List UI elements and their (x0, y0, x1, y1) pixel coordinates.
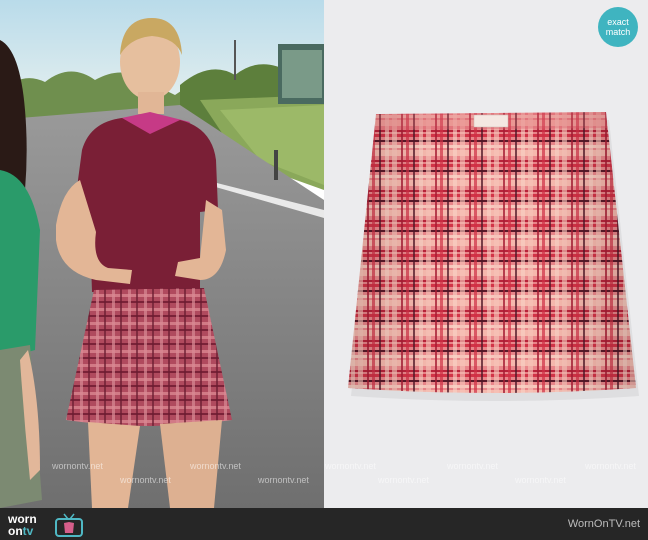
wornontv-logo[interactable]: worn ontv (6, 511, 86, 539)
logo-word-tv: tv (22, 524, 34, 538)
logo-wordmark: worn ontv (8, 513, 37, 537)
footer-bar: worn ontv WornOnTV.net (0, 508, 648, 540)
site-url[interactable]: WornOnTV.net (568, 518, 640, 530)
exact-match-badge[interactable]: exact match (598, 7, 638, 47)
plaid-skirt-image (324, 0, 648, 508)
product-photo: exact match (324, 0, 648, 508)
outfit-photo-scene (0, 0, 324, 508)
logo-word-on: on (8, 524, 23, 538)
tv-icon (55, 513, 83, 537)
outfit-photo (0, 0, 324, 508)
badge-line-1: exact (607, 17, 629, 27)
badge-line-2: match (605, 27, 631, 37)
